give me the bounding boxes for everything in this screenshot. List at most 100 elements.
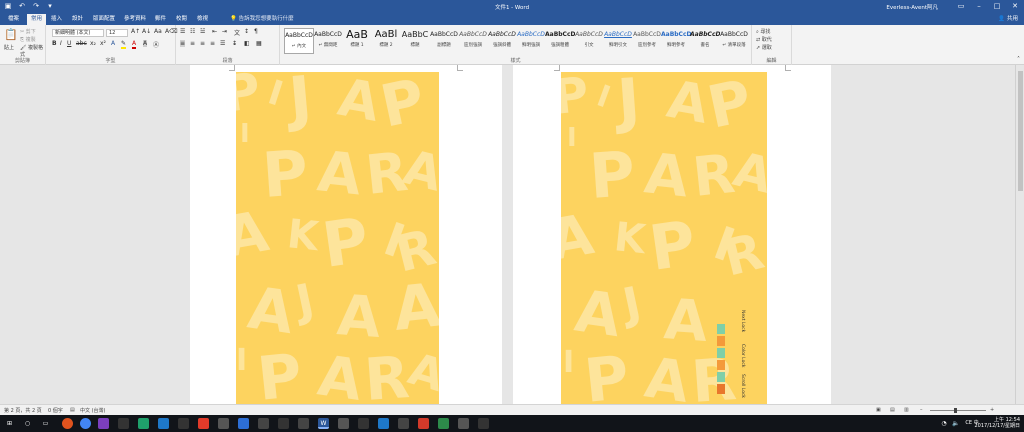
app-icon[interactable] [178, 418, 189, 429]
select-button[interactable]: ➚ 選取 [756, 44, 772, 51]
multilevel-list-icon[interactable]: ☱ [200, 28, 205, 35]
highlight-icon[interactable]: ✎ [121, 40, 127, 49]
document-area[interactable]: P I J A P I P A R A A K P I R A J A A I … [0, 65, 1024, 404]
chinese-layout-icon[interactable]: 文 [234, 28, 240, 37]
borders-icon[interactable]: ▦ [256, 40, 262, 47]
format-painter-button[interactable]: 🖌 複製格式 [20, 44, 45, 58]
tab-mailings[interactable]: 郵件 [151, 14, 170, 25]
app-icon[interactable] [398, 418, 409, 429]
app-icon[interactable] [338, 418, 349, 429]
app-icon[interactable] [118, 418, 129, 429]
zoom-in-icon[interactable]: + [990, 407, 994, 413]
close-icon[interactable]: ✕ [1006, 0, 1024, 13]
decrease-indent-icon[interactable]: ⇤ [212, 28, 217, 35]
style-heading-1[interactable]: AaB 標題 1 [342, 28, 372, 54]
align-center-icon[interactable]: ≡ [190, 40, 195, 47]
app-icon[interactable] [418, 418, 429, 429]
style-intense-quote[interactable]: AaBbCcD 鮮明引文 [603, 28, 633, 54]
tab-view[interactable]: 檢視 [193, 14, 212, 25]
app-icon[interactable] [438, 418, 449, 429]
page-1[interactable]: P I J A P I P A R A A K P I R A J A A I … [190, 65, 502, 404]
app-icon[interactable] [378, 418, 389, 429]
bullets-icon[interactable]: ☰ [180, 28, 185, 35]
justify-icon[interactable]: ≡ [210, 40, 215, 47]
tab-review[interactable]: 校閱 [172, 14, 191, 25]
show-marks-icon[interactable]: ¶ [254, 28, 258, 35]
underline-icon[interactable]: U [67, 40, 71, 47]
app-icon[interactable] [278, 418, 289, 429]
subscript-icon[interactable]: x₂ [90, 40, 96, 47]
style-title[interactable]: AaBbC 標題 [400, 28, 430, 54]
style-list-paragraph[interactable]: AaBbCcD ↵ 清單段落 [719, 28, 749, 54]
app-icon[interactable] [458, 418, 469, 429]
style-intense-emphasis[interactable]: AaBbCcD 鮮明強調 [516, 28, 546, 54]
scrollbar-thumb[interactable] [1018, 71, 1023, 191]
app-icon[interactable] [238, 418, 249, 429]
word-count[interactable]: 0 個字 [48, 407, 63, 414]
paste-icon[interactable]: 📋 [4, 28, 18, 41]
start-icon[interactable]: ⊞ [4, 418, 15, 429]
tab-references[interactable]: 參考資料 [120, 14, 150, 25]
account-name[interactable]: Everless-Avent阿凡 [886, 3, 938, 11]
italic-icon[interactable]: I [60, 40, 62, 47]
style-intense-reference[interactable]: AaBbCcD 鮮明參考 [661, 28, 691, 54]
superscript-icon[interactable]: x² [100, 40, 106, 47]
tab-layout[interactable]: 版面配置 [89, 14, 119, 25]
app-icon[interactable] [298, 418, 309, 429]
search-icon[interactable]: ○ [22, 418, 33, 429]
style-heading-2[interactable]: AaBl 標題 2 [371, 28, 401, 54]
line-spacing-icon[interactable]: ↨ [232, 40, 237, 47]
volume-icon[interactable]: 🔈 [952, 418, 960, 429]
maximize-icon[interactable]: □ [988, 0, 1006, 13]
app-icon[interactable] [98, 418, 109, 429]
app-icon[interactable] [258, 418, 269, 429]
align-left-icon[interactable]: ≡ [180, 40, 186, 47]
sort-icon[interactable]: ↕ [244, 28, 249, 35]
change-case-icon[interactable]: Aa [154, 28, 162, 35]
char-shading-icon[interactable]: A [143, 40, 148, 47]
share-button[interactable]: 👤 共用 [998, 14, 1018, 25]
replace-button[interactable]: ⇄ 取代 [756, 36, 772, 43]
style-quote[interactable]: AaBbCcD 引文 [574, 28, 604, 54]
firefox-icon[interactable] [62, 418, 73, 429]
shrink-font-icon[interactable]: A↓ [142, 28, 151, 35]
tell-me-box[interactable]: 💡 告訴我您想要執行什麼 [230, 14, 294, 25]
grow-font-icon[interactable]: A↑ [131, 28, 140, 35]
app-icon[interactable] [158, 418, 169, 429]
text-effects-icon[interactable]: A [111, 40, 115, 47]
app-icon[interactable] [218, 418, 229, 429]
font-name-box[interactable]: 新細明體 (本文) [52, 29, 104, 37]
zoom-slider-thumb[interactable] [954, 408, 957, 413]
page-count[interactable]: 第 2 頁，共 2 頁 [4, 407, 42, 414]
style-subtitle[interactable]: AaBbCcD 副標題 [429, 28, 459, 54]
style-normal[interactable]: AaBbCcD ↵ 內文 [284, 28, 314, 54]
minimize-icon[interactable]: – [970, 0, 988, 13]
tab-file[interactable]: 檔案 [4, 14, 23, 25]
font-size-box[interactable]: 12 [106, 29, 128, 37]
app-icon[interactable] [198, 418, 209, 429]
network-icon[interactable]: ◔ [940, 418, 948, 429]
app-icon[interactable] [138, 418, 149, 429]
distribute-icon[interactable]: ☰ [220, 40, 225, 47]
page-2[interactable]: P I J A P I P A R A A K P I R A J A I P … [513, 65, 831, 404]
tab-home[interactable]: 常用 [27, 14, 47, 25]
cut-button[interactable]: ✂ 剪下 [20, 28, 36, 35]
word-taskbar-icon[interactable]: W [318, 418, 329, 429]
paste-button[interactable]: 貼上 [4, 44, 14, 51]
style-subtle-reference[interactable]: AaBbCcD 區別參考 [632, 28, 662, 54]
ribbon-display-icon[interactable]: ▭ [952, 0, 970, 13]
strikethrough-icon[interactable]: abc [76, 40, 87, 47]
style-book-title[interactable]: AaBbCcD 書名 [690, 28, 720, 54]
collapse-ribbon-icon[interactable]: ˄ [1017, 56, 1020, 63]
style-emphasis[interactable]: AaBbCcD 強調斜體 [487, 28, 517, 54]
zoom-out-icon[interactable]: – [920, 407, 923, 413]
read-mode-icon[interactable]: ▣ [876, 407, 881, 413]
find-button[interactable]: ⌕ 尋找 [756, 28, 770, 35]
bold-icon[interactable]: B [52, 40, 57, 47]
system-clock[interactable]: 上午 12:54 2017/12/17/星期日 [974, 417, 1020, 429]
vertical-scrollbar[interactable] [1015, 65, 1024, 404]
align-right-icon[interactable]: ≡ [200, 40, 205, 47]
tab-design[interactable]: 設計 [68, 14, 87, 25]
copy-button[interactable]: ⎘ 複製 [20, 36, 36, 43]
style-no-spacing[interactable]: AaBbCcD ↵ 無間距 [313, 28, 343, 54]
